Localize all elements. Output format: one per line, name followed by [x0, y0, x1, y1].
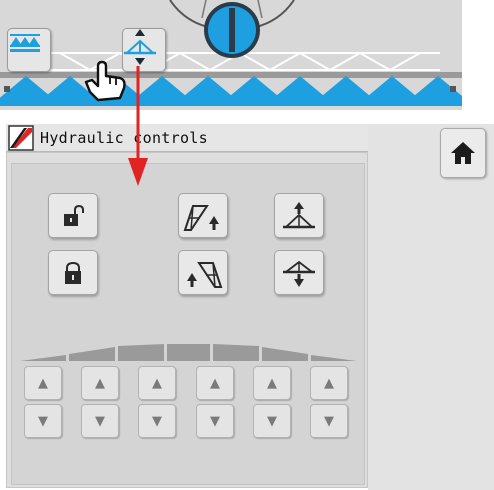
triangle-down-icon: ▼	[210, 413, 220, 429]
sprayer-overview	[0, 0, 462, 110]
boom-sections-button[interactable]	[7, 28, 51, 72]
section-3-down-button[interactable]: ▼	[138, 404, 176, 438]
boom-height-button[interactable]	[122, 28, 166, 72]
boom-raise-button[interactable]	[274, 193, 324, 238]
boom-raise-icon	[283, 201, 315, 228]
home-icon	[451, 142, 475, 164]
triangle-up-icon: ▲	[267, 375, 277, 391]
section-2-down-button[interactable]: ▼	[81, 404, 119, 438]
boom-section-indicator	[20, 344, 357, 361]
boom-sections-icon	[10, 34, 40, 52]
fold-right-up-button[interactable]	[178, 250, 228, 295]
section-1-down-button[interactable]: ▼	[24, 404, 62, 438]
section-3-up-button[interactable]: ▲	[138, 366, 176, 400]
section-6-down-button[interactable]: ▼	[310, 404, 348, 438]
fold-boom-left-up-icon	[183, 204, 219, 231]
boom-diagram	[0, 0, 462, 106]
triangle-up-icon: ▲	[152, 375, 162, 391]
boom-lower-button[interactable]	[274, 250, 324, 295]
triangle-up-icon: ▲	[38, 375, 48, 391]
section-5-down-button[interactable]: ▼	[253, 404, 291, 438]
home-button[interactable]	[440, 128, 486, 178]
section-2-up-button[interactable]: ▲	[81, 366, 119, 400]
side-toolbar	[368, 124, 494, 490]
boom-height-icon	[124, 29, 156, 65]
unlock-button[interactable]	[48, 193, 98, 238]
page-title: Hydraulic controls	[40, 128, 208, 147]
triangle-up-icon: ▲	[324, 375, 334, 391]
triangle-down-icon: ▼	[152, 413, 162, 429]
triangle-down-icon: ▼	[38, 413, 48, 429]
title-bar: Hydraulic controls	[6, 124, 368, 152]
nozzle-sprays	[0, 76, 462, 106]
triangle-up-icon: ▲	[210, 375, 220, 391]
section-1-up-button[interactable]: ▲	[24, 366, 62, 400]
lock-button[interactable]	[48, 250, 98, 295]
section-5-up-button[interactable]: ▲	[253, 366, 291, 400]
section-4-up-button[interactable]: ▲	[196, 366, 234, 400]
triangle-down-icon: ▼	[95, 413, 105, 429]
triangle-down-icon: ▼	[324, 413, 334, 429]
triangle-up-icon: ▲	[95, 375, 105, 391]
fold-boom-right-up-icon	[187, 261, 223, 288]
fold-left-up-button[interactable]	[178, 193, 228, 238]
hand-pointer-icon	[84, 60, 126, 102]
boom-lower-icon	[283, 260, 315, 287]
brand-logo-icon	[8, 124, 34, 151]
unlock-icon	[64, 204, 84, 226]
section-6-up-button[interactable]: ▲	[310, 366, 348, 400]
lock-icon	[65, 261, 81, 284]
section-4-down-button[interactable]: ▼	[196, 404, 234, 438]
triangle-down-icon: ▼	[267, 413, 277, 429]
